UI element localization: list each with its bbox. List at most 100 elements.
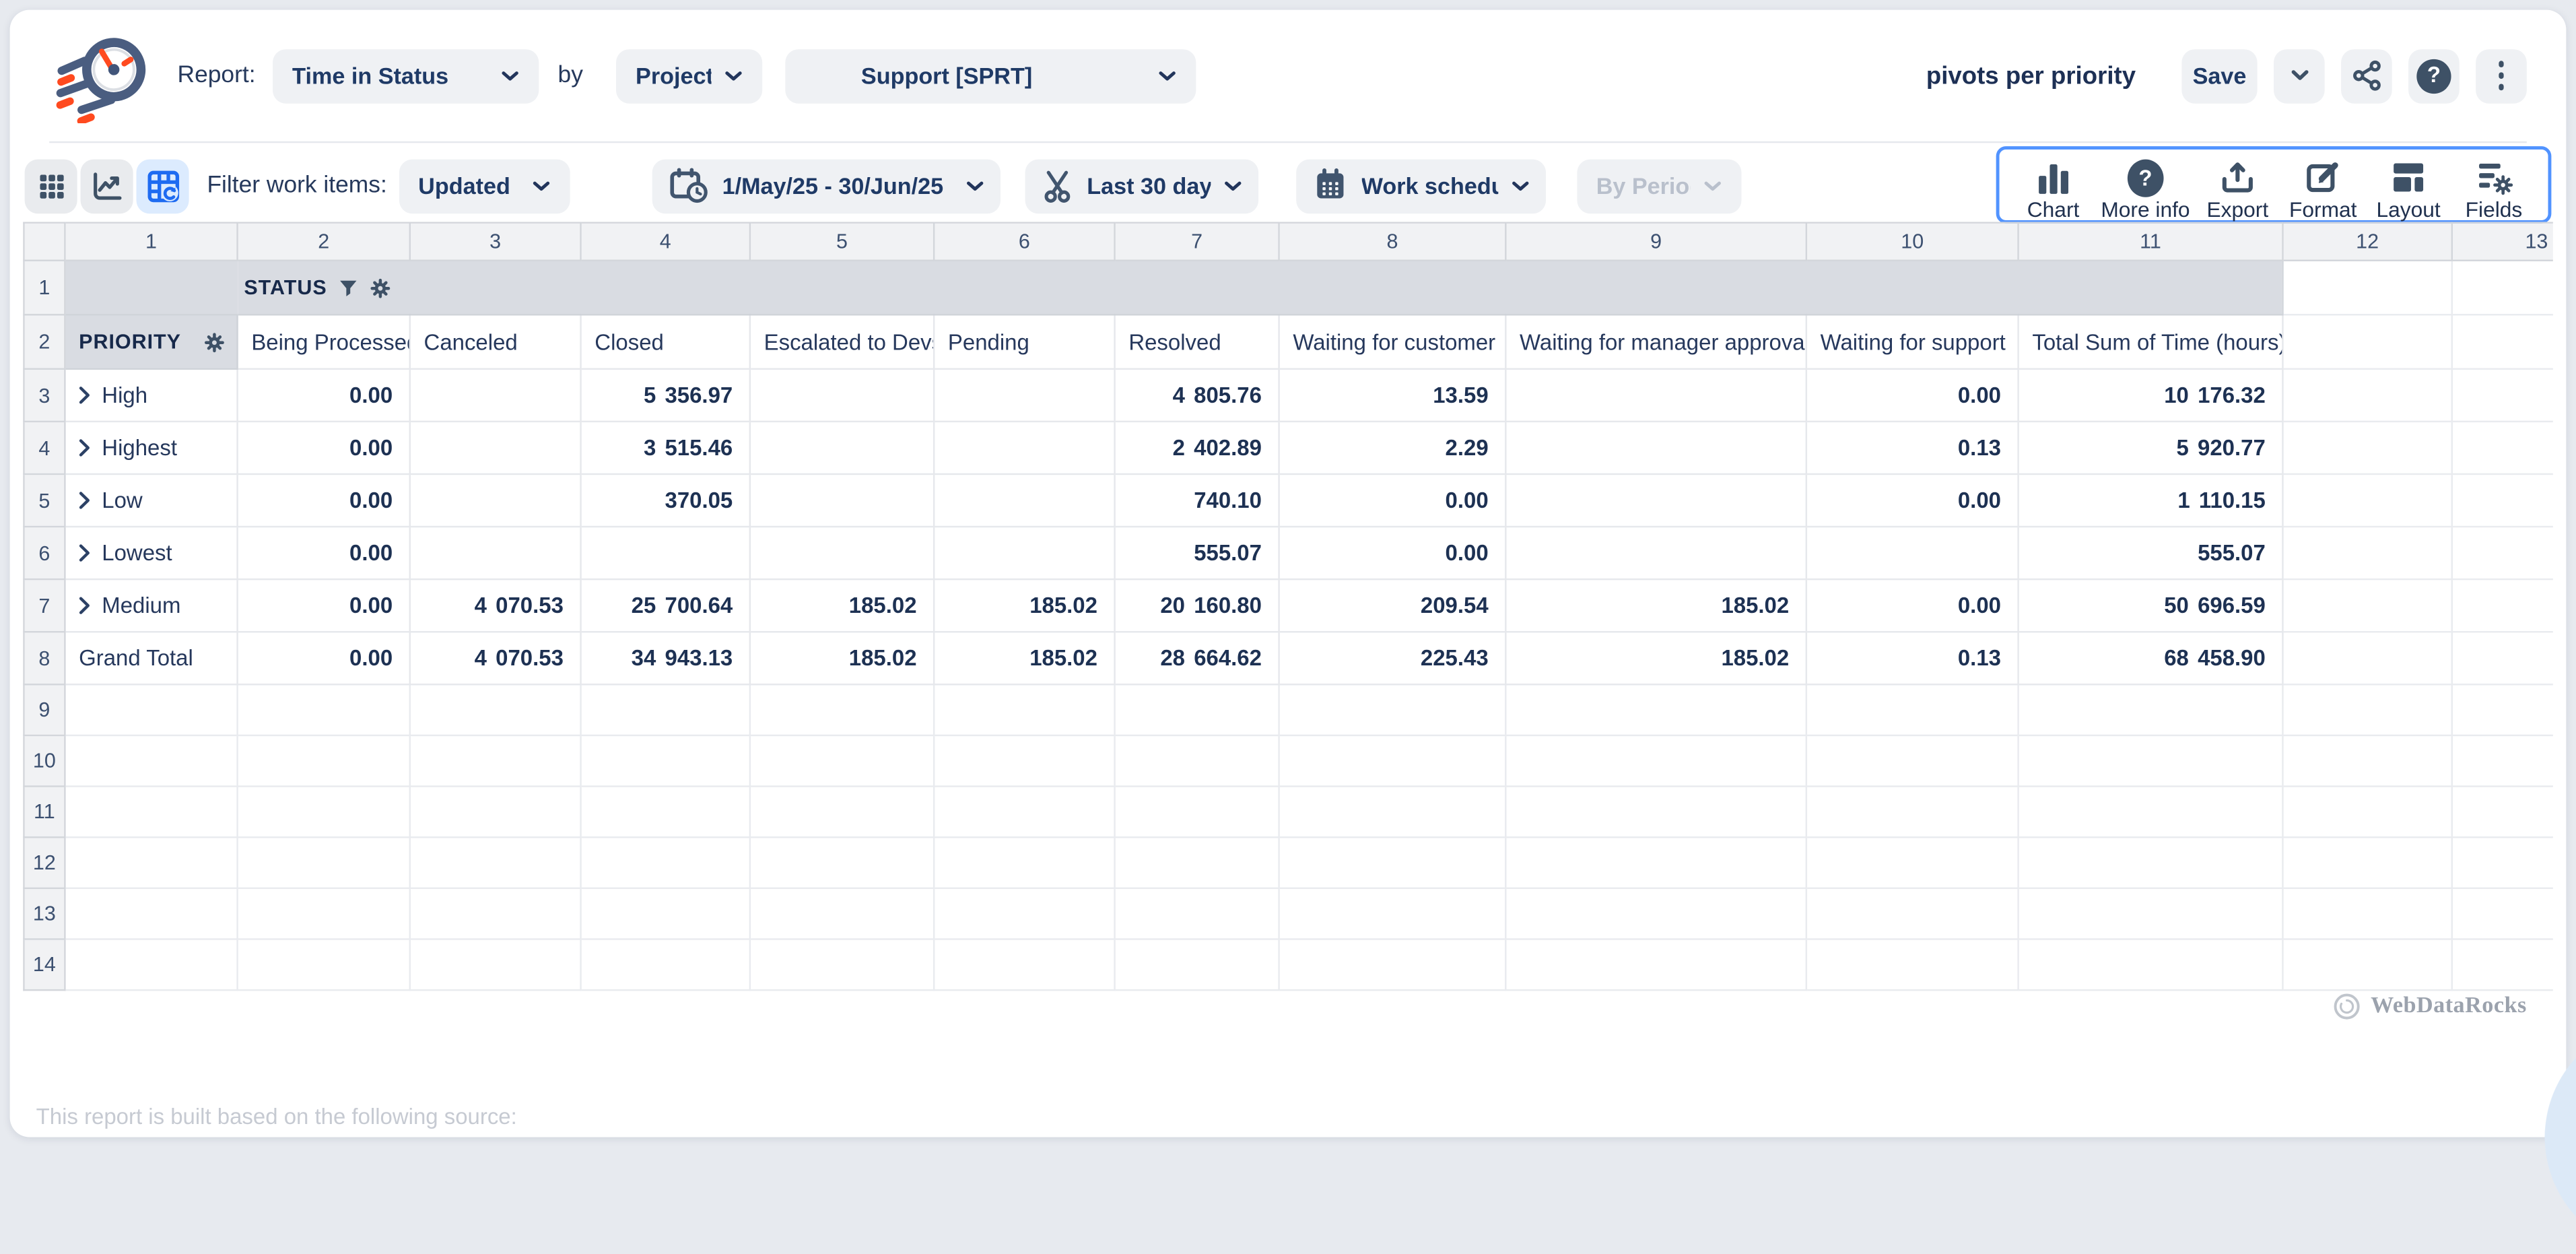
empty-cell[interactable] <box>934 888 1114 939</box>
value-cell[interactable]: 2 402.89 <box>1115 422 1279 474</box>
value-cell[interactable]: 0.00 <box>238 474 410 527</box>
value-cell[interactable]: 4 805.76 <box>1115 369 1279 422</box>
value-cell[interactable]: 25 700.64 <box>581 579 750 632</box>
value-cell[interactable]: 28 664.62 <box>1115 632 1279 684</box>
more-menu-button[interactable] <box>2476 48 2527 103</box>
empty-cell[interactable] <box>1115 735 1279 787</box>
empty-cell[interactable] <box>1505 939 1806 990</box>
empty-cell[interactable] <box>1279 837 1506 888</box>
empty-cell[interactable] <box>2282 837 2451 888</box>
empty-cell[interactable] <box>2282 315 2451 369</box>
priority-row-label[interactable]: Medium <box>65 579 237 632</box>
value-cell[interactable]: 555.07 <box>2019 527 2283 579</box>
empty-cell[interactable] <box>2452 474 2553 527</box>
empty-cell[interactable] <box>1115 787 1279 838</box>
save-button[interactable]: Save <box>2181 48 2257 103</box>
value-cell-empty[interactable] <box>410 474 581 527</box>
tool-chart-button[interactable]: Chart <box>2010 150 2096 222</box>
empty-cell[interactable] <box>2019 684 2283 735</box>
status-column-header[interactable]: Waiting for support <box>1806 315 2019 369</box>
scope-select[interactable]: Project <box>616 48 762 103</box>
empty-cell[interactable] <box>581 684 750 735</box>
empty-cell[interactable] <box>410 684 581 735</box>
empty-cell[interactable] <box>750 684 934 735</box>
empty-cell[interactable] <box>65 787 237 838</box>
empty-cell[interactable] <box>2019 939 2283 990</box>
filter-field-select[interactable]: Updated <box>399 158 570 213</box>
tool-export-button[interactable]: Export <box>2195 150 2280 222</box>
empty-cell[interactable] <box>2019 735 2283 787</box>
value-cell-empty[interactable] <box>750 527 934 579</box>
empty-cell[interactable] <box>238 837 410 888</box>
empty-cell[interactable] <box>1505 735 1806 787</box>
empty-cell[interactable] <box>65 939 237 990</box>
tool-layout-button[interactable]: Layout <box>2366 150 2451 222</box>
empty-cell[interactable] <box>1115 684 1279 735</box>
empty-cell[interactable] <box>2282 888 2451 939</box>
empty-cell[interactable] <box>2452 837 2553 888</box>
expand-chevron-icon[interactable] <box>79 597 90 615</box>
empty-cell[interactable] <box>410 939 581 990</box>
value-cell[interactable]: 185.02 <box>750 579 934 632</box>
status-column-header[interactable]: Canceled <box>410 315 581 369</box>
empty-cell[interactable] <box>1806 939 2019 990</box>
empty-cell[interactable] <box>410 888 581 939</box>
empty-cell[interactable] <box>581 888 750 939</box>
empty-cell[interactable] <box>1279 888 1506 939</box>
value-cell[interactable]: 185.02 <box>934 579 1114 632</box>
project-select[interactable]: Support [SPRT] <box>785 48 1196 103</box>
empty-cell[interactable] <box>2452 422 2553 474</box>
empty-cell[interactable] <box>238 787 410 838</box>
value-cell[interactable]: 4 070.53 <box>410 579 581 632</box>
empty-cell[interactable] <box>2282 474 2451 527</box>
value-cell[interactable]: 0.00 <box>238 632 410 684</box>
empty-cell[interactable] <box>238 939 410 990</box>
value-cell[interactable]: 0.00 <box>238 369 410 422</box>
value-cell-empty[interactable] <box>1806 527 2019 579</box>
empty-cell[interactable] <box>1115 837 1279 888</box>
empty-cell[interactable] <box>1806 837 2019 888</box>
empty-cell[interactable] <box>2282 939 2451 990</box>
empty-cell[interactable] <box>750 787 934 838</box>
empty-cell[interactable] <box>1279 939 1506 990</box>
report-type-select[interactable]: Time in Status <box>272 48 538 103</box>
value-cell-empty[interactable] <box>934 369 1114 422</box>
value-cell[interactable]: 0.13 <box>1806 422 2019 474</box>
value-cell-empty[interactable] <box>410 369 581 422</box>
empty-cell[interactable] <box>2452 632 2553 684</box>
empty-cell[interactable] <box>2282 422 2451 474</box>
empty-cell[interactable] <box>2452 261 2553 315</box>
empty-cell[interactable] <box>934 939 1114 990</box>
value-cell[interactable]: 34 943.13 <box>581 632 750 684</box>
tool-format-button[interactable]: Format <box>2280 150 2366 222</box>
status-column-header[interactable]: Resolved <box>1115 315 1279 369</box>
empty-cell[interactable] <box>1279 735 1506 787</box>
value-cell[interactable]: 0.00 <box>1279 527 1506 579</box>
empty-cell[interactable] <box>2282 684 2451 735</box>
value-cell[interactable]: 2.29 <box>1279 422 1506 474</box>
empty-cell[interactable] <box>2019 837 2283 888</box>
value-cell-empty[interactable] <box>410 422 581 474</box>
empty-cell[interactable] <box>581 735 750 787</box>
expand-chevron-icon[interactable] <box>79 544 90 562</box>
value-cell[interactable]: 0.13 <box>1806 632 2019 684</box>
empty-cell[interactable] <box>750 735 934 787</box>
priority-field-cell[interactable]: PRIORITY <box>65 315 237 369</box>
tool-fields-button[interactable]: Fields <box>2451 150 2537 222</box>
value-cell[interactable]: 185.02 <box>750 632 934 684</box>
value-cell[interactable]: 50 696.59 <box>2019 579 2283 632</box>
empty-cell[interactable] <box>934 837 1114 888</box>
value-cell[interactable]: 5 356.97 <box>581 369 750 422</box>
empty-cell[interactable] <box>2282 369 2451 422</box>
value-cell[interactable]: 0.00 <box>238 527 410 579</box>
value-cell[interactable]: 0.00 <box>238 422 410 474</box>
value-cell[interactable]: 0.00 <box>1279 474 1506 527</box>
empty-cell[interactable] <box>410 735 581 787</box>
status-column-header[interactable]: Closed <box>581 315 750 369</box>
value-cell-empty[interactable] <box>581 527 750 579</box>
value-cell[interactable]: 370.05 <box>581 474 750 527</box>
empty-cell[interactable] <box>2282 527 2451 579</box>
share-button[interactable] <box>2341 48 2392 103</box>
empty-cell[interactable] <box>410 787 581 838</box>
expand-chevron-icon[interactable] <box>79 438 90 457</box>
